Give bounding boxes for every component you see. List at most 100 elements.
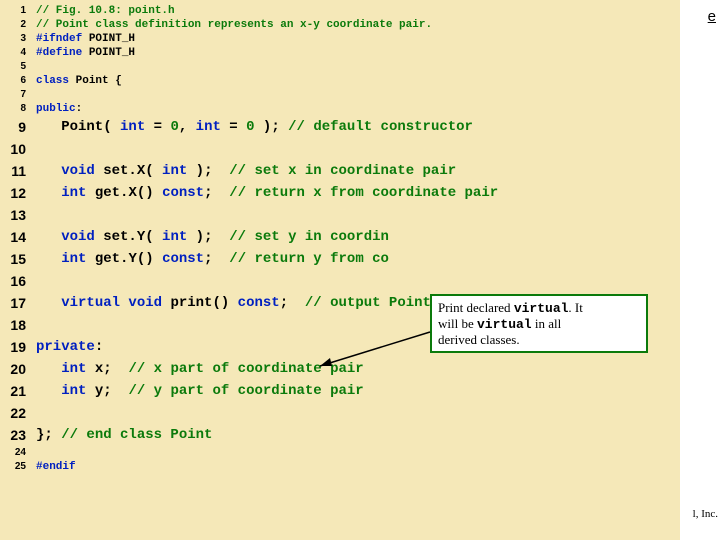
code-token: set.Y( xyxy=(95,229,162,245)
line-number: 3 xyxy=(0,32,26,46)
code-token xyxy=(36,61,43,73)
code-token: int xyxy=(61,361,86,377)
code-line: #define POINT_H xyxy=(36,46,676,60)
code-area: // Fig. 10.8: point.h// Point class defi… xyxy=(28,0,680,540)
code-token: set.X( xyxy=(95,163,162,179)
line-number: 10 xyxy=(0,138,26,160)
code-line: int y; // y part of coordinate pair xyxy=(36,380,676,402)
code-token: #ifndef xyxy=(36,33,89,45)
code-token xyxy=(36,207,44,223)
code-token: // x part of coordinate pair xyxy=(128,361,363,377)
callout-text: will be xyxy=(438,316,477,331)
page-right-edge: e l, Inc. xyxy=(680,0,720,540)
code-token xyxy=(36,163,61,179)
code-line: public: xyxy=(36,102,676,116)
line-number: 25 xyxy=(0,460,26,474)
code-token: int xyxy=(61,185,86,201)
code-token: : xyxy=(76,103,83,115)
code-token: virtual void xyxy=(61,295,162,311)
code-token xyxy=(36,295,61,311)
callout-text: derived classes. xyxy=(438,332,520,347)
code-token: #define xyxy=(36,47,89,59)
code-token: const xyxy=(162,185,204,201)
code-token xyxy=(36,185,61,201)
code-token: // return y from co xyxy=(229,251,389,267)
code-token: 0 xyxy=(170,119,178,135)
line-number: 2 xyxy=(0,18,26,32)
code-token: void xyxy=(61,229,95,245)
code-token: // y part of coordinate pair xyxy=(128,383,363,399)
line-number: 7 xyxy=(0,88,26,102)
edge-bottom-fragment: l, Inc. xyxy=(693,508,718,520)
code-line xyxy=(36,60,676,74)
callout-text: . It xyxy=(568,300,582,315)
code-token: y; xyxy=(86,383,128,399)
code-token: const xyxy=(238,295,280,311)
line-number: 14 xyxy=(0,226,26,248)
code-token: : xyxy=(95,339,103,355)
code-token: void xyxy=(61,163,95,179)
line-number: 24 xyxy=(0,446,26,460)
code-token: // set y in coordin xyxy=(229,229,389,245)
line-number: 17 xyxy=(0,292,26,314)
code-token: , xyxy=(179,119,196,135)
code-token: int xyxy=(196,119,221,135)
line-number-gutter: 1234567891011121314151617181920212223242… xyxy=(0,0,28,540)
code-token: = xyxy=(221,119,246,135)
code-token xyxy=(36,405,44,421)
line-number: 19 xyxy=(0,336,26,358)
code-token: // return x from coordinate pair xyxy=(229,185,498,201)
code-token: POINT_H xyxy=(89,33,135,45)
code-line: class Point { xyxy=(36,74,676,88)
line-number: 16 xyxy=(0,270,26,292)
code-line xyxy=(36,204,676,226)
line-number: 15 xyxy=(0,248,26,270)
code-token xyxy=(36,141,44,157)
code-token xyxy=(36,273,44,289)
code-token: ; xyxy=(204,185,229,201)
code-line: int x; // x part of coordinate pair xyxy=(36,358,676,380)
callout-keyword: virtual xyxy=(477,317,532,332)
code-token xyxy=(36,361,61,377)
code-token xyxy=(36,89,43,101)
code-line: void set.X( int ); // set x in coordinat… xyxy=(36,160,676,182)
line-number: 22 xyxy=(0,402,26,424)
line-number: 9 xyxy=(0,116,26,138)
code-token: ; xyxy=(204,251,229,267)
code-line xyxy=(36,402,676,424)
code-token xyxy=(36,383,61,399)
code-line: int get.X() const; // return x from coor… xyxy=(36,182,676,204)
code-token xyxy=(36,447,43,459)
code-token: Point( xyxy=(36,119,120,135)
code-token: }; xyxy=(36,427,61,443)
line-number: 18 xyxy=(0,314,26,336)
callout-text: Print declared xyxy=(438,300,514,315)
code-token: = xyxy=(145,119,170,135)
code-token xyxy=(36,251,61,267)
code-line xyxy=(36,446,676,460)
code-token: public xyxy=(36,103,76,115)
code-line xyxy=(36,138,676,160)
edge-top-fragment: e xyxy=(708,8,716,25)
line-number: 11 xyxy=(0,160,26,182)
code-token: ); xyxy=(187,229,229,245)
code-line: // Point class definition represents an … xyxy=(36,18,676,32)
code-token: Point { xyxy=(69,75,122,87)
code-line: // Fig. 10.8: point.h xyxy=(36,4,676,18)
callout-keyword: virtual xyxy=(514,301,569,316)
code-line: #ifndef POINT_H xyxy=(36,32,676,46)
code-token: print() xyxy=(162,295,238,311)
line-number: 8 xyxy=(0,102,26,116)
line-number: 20 xyxy=(0,358,26,380)
code-token: int xyxy=(61,383,86,399)
code-line: #endif xyxy=(36,460,676,474)
code-line: int get.Y() const; // return y from co xyxy=(36,248,676,270)
code-token: ); xyxy=(187,163,229,179)
code-panel: 1234567891011121314151617181920212223242… xyxy=(0,0,680,540)
code-token: get.X() xyxy=(86,185,162,201)
code-line: }; // end class Point xyxy=(36,424,676,446)
code-token xyxy=(36,317,44,333)
code-token: // set x in coordinate pair xyxy=(229,163,456,179)
line-number: 6 xyxy=(0,74,26,88)
line-number: 4 xyxy=(0,46,26,60)
